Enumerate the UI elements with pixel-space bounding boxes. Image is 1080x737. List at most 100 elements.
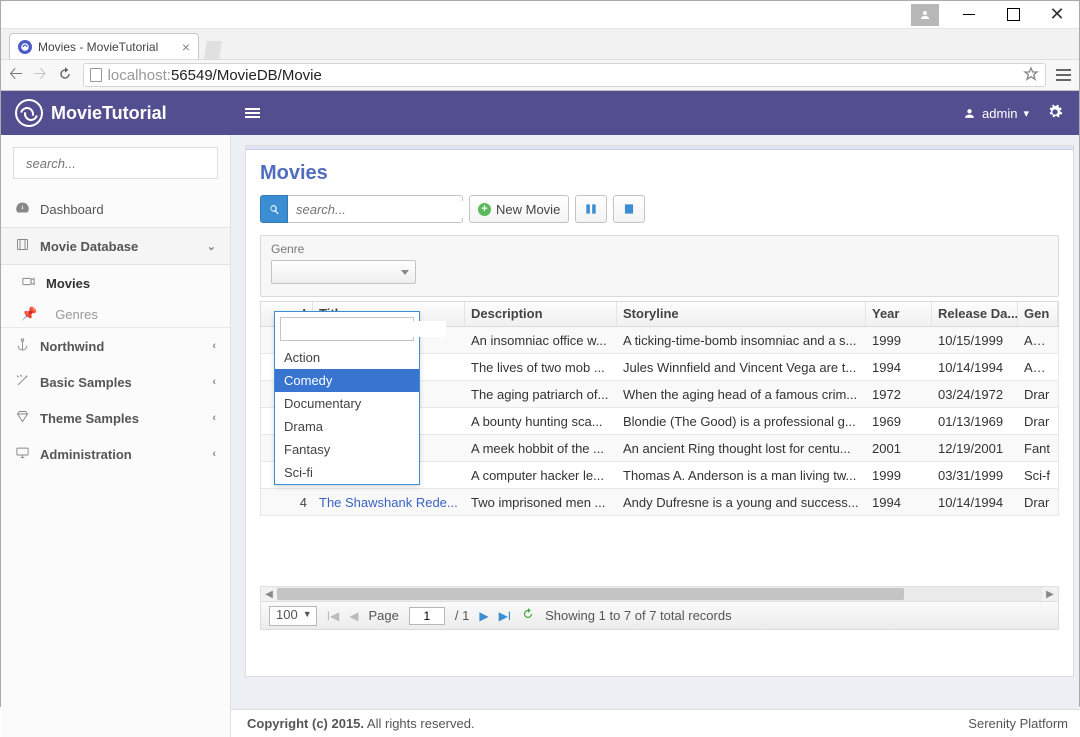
cell-genre: Drar <box>1018 387 1058 402</box>
sidebar-item-moviedb[interactable]: Movie Database ⌄ <box>1 227 230 265</box>
cell-release: 12/19/2001 <box>932 441 1018 456</box>
dropdown-option[interactable]: Fantasy <box>275 438 419 461</box>
film-icon <box>15 237 30 255</box>
horizontal-scrollbar[interactable]: ◀ ▶ <box>260 586 1059 602</box>
col-year[interactable]: Year <box>866 302 932 326</box>
cell-year: 1972 <box>866 387 932 402</box>
dropdown-option[interactable]: Documentary <box>275 392 419 415</box>
brand-title: MovieTutorial <box>51 103 167 124</box>
browser-tab-title: Movies - MovieTutorial <box>38 40 176 54</box>
scroll-thumb[interactable] <box>277 588 904 600</box>
back-icon[interactable]: 🡠 <box>9 61 23 90</box>
col-release[interactable]: Release Da... <box>932 302 1018 326</box>
page-title: Movies <box>260 162 1059 185</box>
scroll-right-icon[interactable]: ▶ <box>1042 587 1058 601</box>
new-tab-button[interactable] <box>204 41 222 59</box>
cell-year: 2001 <box>866 441 932 456</box>
brand[interactable]: MovieTutorial <box>1 99 231 127</box>
dropdown-option[interactable]: Comedy <box>275 369 419 392</box>
app-header: MovieTutorial admin ▾ <box>1 91 1079 135</box>
chevron-left-icon: ‹ <box>212 412 216 424</box>
cell-description: An insomniac office w... <box>465 333 617 348</box>
os-user-icon <box>911 4 939 26</box>
window-maximize[interactable] <box>991 1 1035 29</box>
select-arrow-icon <box>401 270 409 275</box>
address-bar[interactable]: localhost:56549/MovieDB/Movie <box>83 63 1046 87</box>
pager-last-icon[interactable]: ▶I <box>499 609 512 623</box>
cell-storyline: Jules Winnfield and Vincent Vega are t..… <box>617 360 866 375</box>
sidebar-item-genres[interactable]: 📌 Genres <box>1 301 230 327</box>
pager-next-icon[interactable]: ▶ <box>479 609 488 623</box>
scroll-left-icon[interactable]: ◀ <box>261 587 277 601</box>
genre-select[interactable] <box>271 260 416 284</box>
cell-storyline: An ancient Ring thought lost for centu..… <box>617 441 866 456</box>
dropdown-option[interactable]: Sci-fi <box>275 461 419 484</box>
reload-icon[interactable] <box>57 66 73 85</box>
cell-release: 10/15/1999 <box>932 333 1018 348</box>
settings-icon[interactable] <box>1047 104 1063 123</box>
footer-platform: Serenity Platform <box>968 716 1068 731</box>
new-movie-button[interactable]: + New Movie <box>469 195 569 223</box>
caret-down-icon: ▾ <box>1023 107 1029 120</box>
dropdown-option[interactable]: Drama <box>275 415 419 438</box>
browser-tab[interactable]: Movies - MovieTutorial × <box>9 33 199 59</box>
scroll-track[interactable] <box>277 587 1042 601</box>
user-menu[interactable]: admin ▾ <box>963 106 1029 121</box>
footer: Copyright (c) 2015. All rights reserved.… <box>231 709 1080 737</box>
chevron-down-icon: ⌄ <box>207 240 216 253</box>
cell-genre: Actio <box>1018 360 1058 375</box>
cell-description: The lives of two mob ... <box>465 360 617 375</box>
col-storyline[interactable]: Storyline <box>617 302 866 326</box>
page-size-select[interactable]: 100 <box>269 606 317 626</box>
cell-release: 01/13/1969 <box>932 414 1018 429</box>
anchor-icon <box>15 337 30 355</box>
dropdown-option[interactable]: Action <box>275 346 419 369</box>
pager-refresh-icon[interactable] <box>521 607 535 624</box>
excel-export-button[interactable] <box>613 195 645 223</box>
quick-search-input[interactable] <box>294 201 476 218</box>
sidebar-search[interactable] <box>13 147 218 179</box>
quick-search-button[interactable] <box>260 195 288 223</box>
sidebar-item-admin[interactable]: Administration ‹ <box>1 436 230 472</box>
cell-storyline: When the aging head of a famous crim... <box>617 387 866 402</box>
sidebar-toggle-icon[interactable] <box>231 106 274 120</box>
pager-prev-icon[interactable]: ◀ <box>349 609 358 623</box>
content-area: Movies all ▾ + New Movie G <box>231 135 1080 737</box>
panel: Movies all ▾ + New Movie G <box>245 145 1074 677</box>
os-titlebar: ✕ <box>1 1 1079 29</box>
cell-release: 03/24/1972 <box>932 387 1018 402</box>
cell-title[interactable]: The Shawshank Rede... <box>313 495 465 510</box>
column-picker-button[interactable] <box>575 195 607 223</box>
cell-storyline: Blondie (The Good) is a professional g..… <box>617 414 866 429</box>
chevron-left-icon: ‹ <box>212 340 216 352</box>
sidebar-item-movies[interactable]: Movies <box>1 265 230 301</box>
cell-description: A computer hacker le... <box>465 468 617 483</box>
cell-year: 1999 <box>866 468 932 483</box>
cell-description: The aging patriarch of... <box>465 387 617 402</box>
dropdown-search-input[interactable] <box>287 321 446 337</box>
tab-close-icon[interactable]: × <box>182 39 190 55</box>
filter-label-genre: Genre <box>271 242 1048 256</box>
sidebar-item-theme[interactable]: Theme Samples ‹ <box>1 400 230 436</box>
filter-panel: Genre <box>260 235 1059 297</box>
pager-first-icon[interactable]: I◀ <box>327 609 340 623</box>
cell-description: A meek hobbit of the ... <box>465 441 617 456</box>
col-genre[interactable]: Gen <box>1018 302 1058 326</box>
sidebar-item-dashboard[interactable]: Dashboard <box>1 191 230 227</box>
browser-menu-icon[interactable] <box>1056 69 1071 81</box>
pager-summary: Showing 1 to 7 of 7 total records <box>545 608 731 623</box>
pager-total-pages: / 1 <box>455 608 469 623</box>
table-row[interactable]: 4The Shawshank Rede...Two imprisoned men… <box>260 489 1059 516</box>
site-info-icon[interactable] <box>90 68 102 82</box>
sidebar-item-samples[interactable]: Basic Samples ‹ <box>1 364 230 400</box>
window-minimize[interactable] <box>947 1 991 29</box>
sidebar-search-input[interactable] <box>24 155 206 172</box>
bookmark-icon[interactable] <box>1023 66 1039 85</box>
window-close[interactable]: ✕ <box>1035 1 1079 29</box>
col-description[interactable]: Description <box>465 302 617 326</box>
dropdown-search[interactable] <box>280 317 414 341</box>
pager-page-input[interactable] <box>409 607 445 625</box>
sidebar-item-northwind[interactable]: Northwind ‹ <box>1 327 230 364</box>
cell-genre: Sci-f <box>1018 468 1058 483</box>
footer-copyright: Copyright (c) 2015. <box>247 716 364 731</box>
